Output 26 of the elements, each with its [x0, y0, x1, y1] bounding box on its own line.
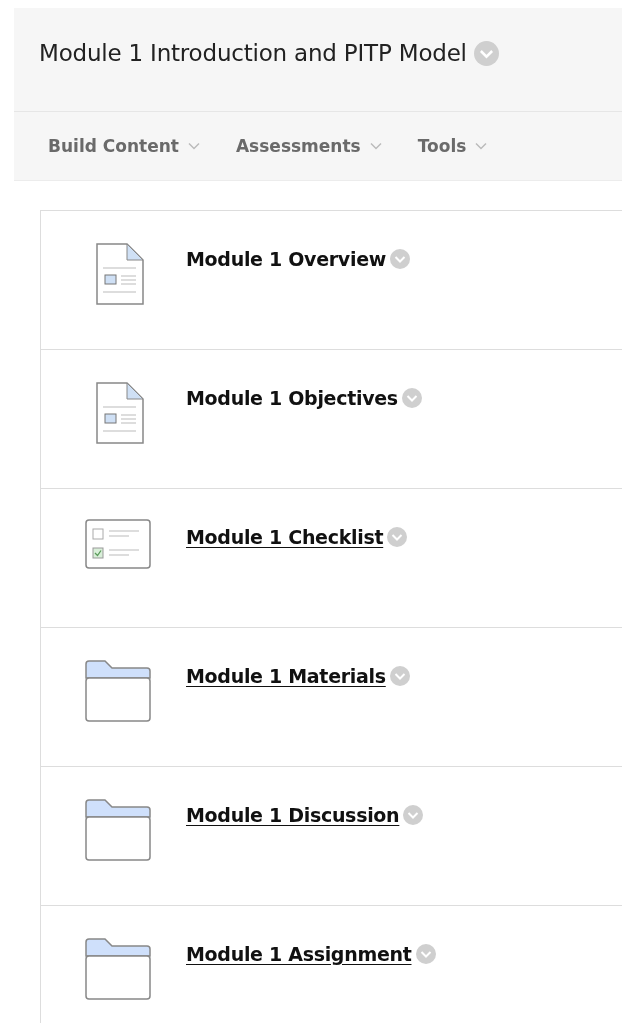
caret-icon [475, 142, 488, 150]
menu-button[interactable]: Tools [403, 136, 502, 156]
caret-icon [369, 142, 382, 150]
folder-icon [84, 938, 151, 1000]
caret-icon [187, 142, 200, 150]
menu-button[interactable]: Build Content [34, 136, 214, 156]
folder-icon [84, 799, 151, 861]
document-icon [95, 382, 144, 444]
menu-chevron-icon[interactable] [403, 805, 424, 825]
document-icon [95, 243, 144, 305]
item-link[interactable]: Module 1 Checklist [186, 526, 384, 548]
title-text: Module 1 Introduction and PITP Model [39, 40, 467, 66]
item-link[interactable]: Module 1 Materials [186, 665, 386, 687]
menu-chevron-icon[interactable] [389, 249, 410, 269]
item-title: Module 1 Overview [186, 248, 386, 270]
item-title: Module 1 Objectives [186, 387, 398, 409]
folder-icon [84, 660, 151, 722]
checklist-icon [84, 519, 151, 569]
menu-chevron-icon[interactable] [473, 40, 499, 66]
menu-chevron-icon[interactable] [415, 944, 436, 964]
menu-chevron-icon[interactable] [387, 527, 408, 547]
menu-button[interactable]: Assessments [221, 136, 396, 156]
menu-chevron-icon[interactable] [401, 388, 422, 408]
item-link[interactable]: Module 1 Assignment [186, 943, 412, 965]
item-link[interactable]: Module 1 Discussion [186, 804, 400, 826]
menu-chevron-icon[interactable] [389, 666, 410, 686]
